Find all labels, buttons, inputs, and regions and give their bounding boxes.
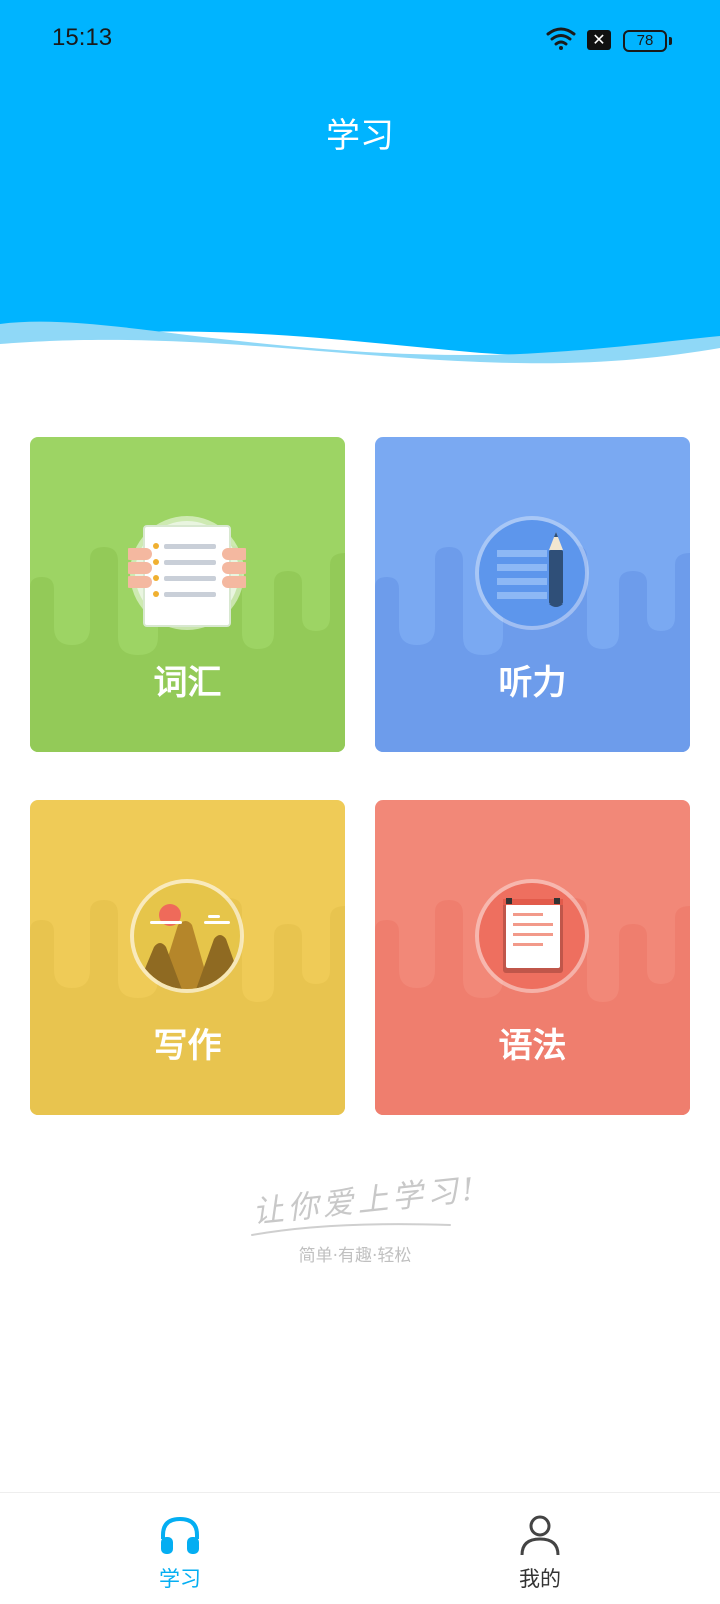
slogan-underline-swoosh [251, 1223, 451, 1236]
tab-study[interactable]: 学习 [100, 1493, 260, 1604]
header: 15:13 ✕ 78 学习 [0, 0, 720, 370]
writing-card[interactable]: 写作 [30, 800, 345, 1115]
writing-mountain-icon [130, 879, 244, 993]
card-label: 词汇 [153, 663, 222, 703]
grammar-card[interactable]: 语法 [375, 800, 690, 1115]
person-icon [520, 1515, 560, 1556]
tab-mine[interactable]: 我的 [460, 1493, 620, 1604]
wifi-icon [546, 27, 576, 50]
notification-badge-icon: ✕ [587, 30, 611, 50]
status-bar: 15:13 ✕ 78 [0, 0, 720, 84]
vocabulary-notepad-icon [128, 516, 246, 630]
card-label: 听力 [498, 663, 567, 703]
vocabulary-card[interactable]: 词汇 [30, 437, 345, 752]
bottom-tab-bar: 学习 我的 [0, 1492, 720, 1604]
listening-card[interactable]: 听力 [375, 437, 690, 752]
grammar-clipboard-icon [475, 879, 589, 993]
card-label: 语法 [498, 1026, 567, 1066]
listening-pencil-icon [475, 516, 589, 630]
headphones-icon [161, 1516, 199, 1554]
tab-study-label: 学习 [159, 1567, 201, 1591]
page-title: 学习 [326, 116, 394, 156]
tab-mine-label: 我的 [519, 1567, 561, 1591]
battery-icon: 78 [623, 30, 672, 52]
status-time: 15:13 [52, 24, 113, 51]
slogan: 让你爱上学习! 简单·有趣·轻松 [250, 1171, 480, 1266]
slogan-sub-text: 简单·有趣·轻松 [298, 1246, 412, 1266]
card-label: 写作 [153, 1026, 222, 1066]
